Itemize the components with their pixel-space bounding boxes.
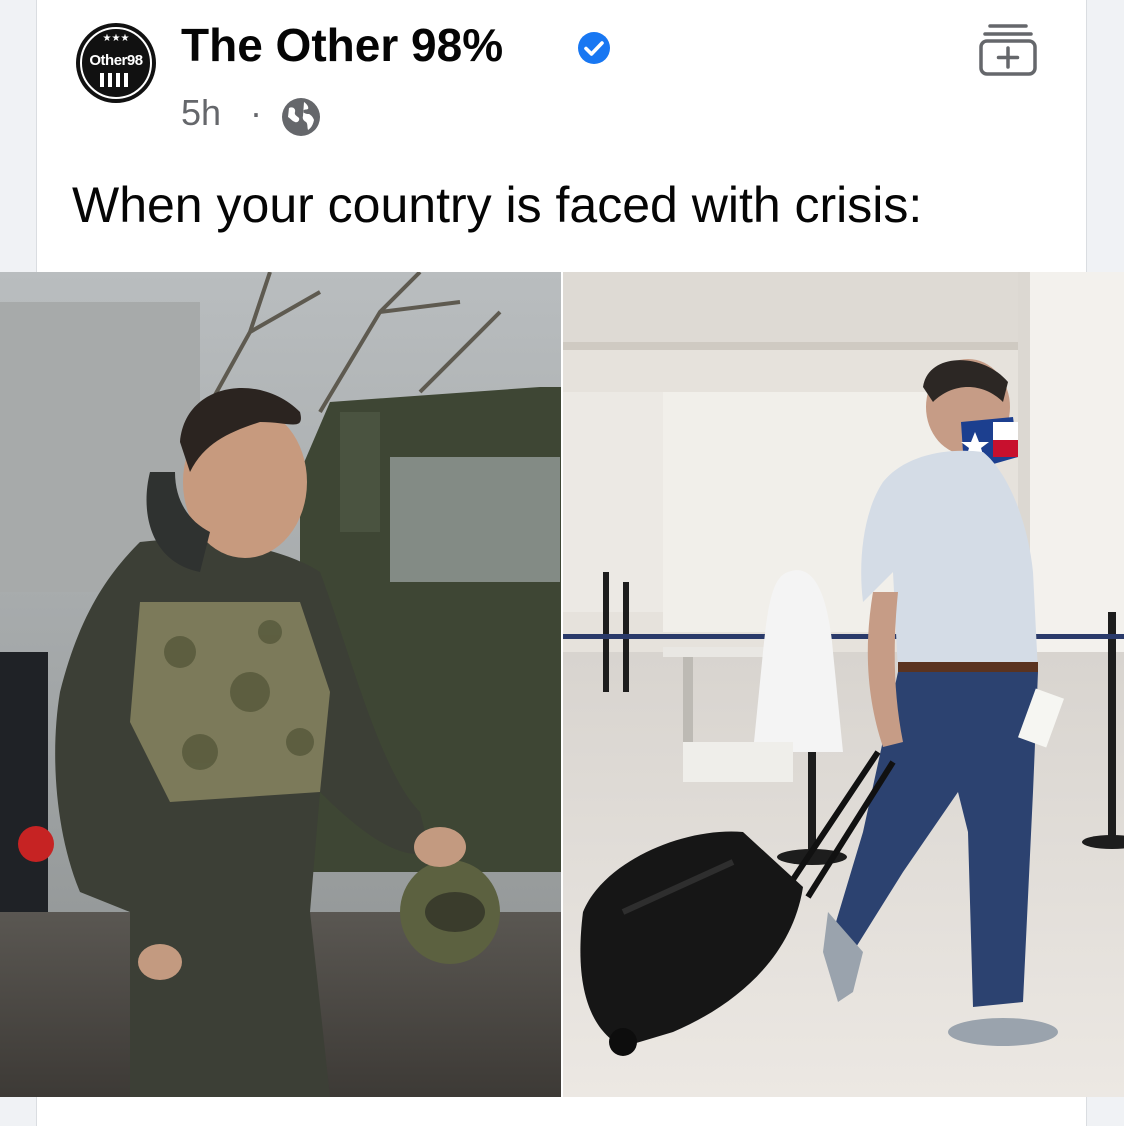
post-text: When your country is faced with crisis: xyxy=(72,177,923,233)
meta-separator: · xyxy=(250,92,262,133)
post-photo-right[interactable] xyxy=(563,272,1124,1097)
avatar-logo-text: Other98 xyxy=(89,52,143,69)
avatar-stripes xyxy=(100,73,132,87)
page-name-link[interactable]: The Other 98% xyxy=(181,18,503,72)
post-timestamp[interactable]: 5h xyxy=(181,92,221,134)
photo-airport-scene xyxy=(563,272,1124,1097)
save-to-collection-icon[interactable] xyxy=(976,14,1040,78)
globe-icon[interactable] xyxy=(280,96,322,138)
photo-military-scene xyxy=(0,272,561,1097)
post-photo-left[interactable] xyxy=(0,272,561,1097)
page-avatar[interactable]: ★★★ Other98 xyxy=(76,23,156,103)
avatar-stars: ★★★ xyxy=(102,33,130,44)
verified-badge-icon xyxy=(578,32,610,64)
